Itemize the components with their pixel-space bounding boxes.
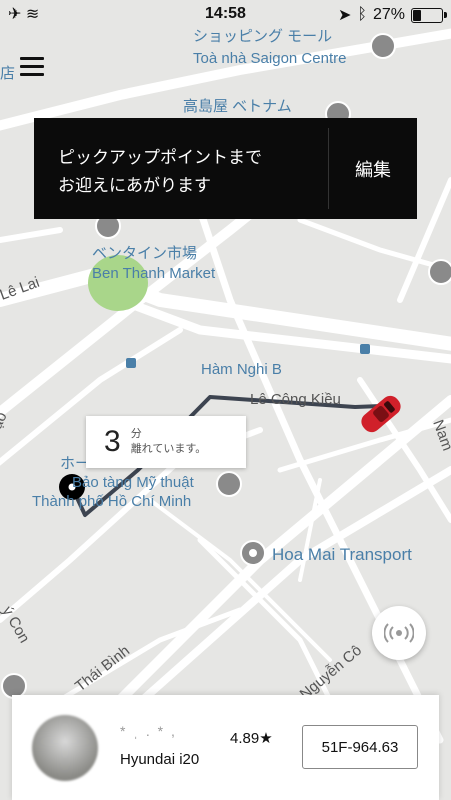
map-label: ショッピング モール xyxy=(193,28,332,45)
license-plate: 51F-964.63 xyxy=(302,725,418,769)
status-bar: ✈ ≋ 14:58 ➤ ᛒ 27% xyxy=(0,0,451,30)
location-arrow-icon: ➤ xyxy=(337,7,352,24)
avatar[interactable] xyxy=(32,715,98,781)
bluetooth-icon: ᛒ xyxy=(357,6,367,23)
map-label: Thành phố Hồ Chí Minh xyxy=(32,493,191,510)
eta-minutes: 3 xyxy=(104,425,121,458)
eta-units: 分 離れています。 xyxy=(131,427,207,457)
map-label: ベンタイン市場 xyxy=(92,245,197,262)
map-label: Hoa Mai Transport xyxy=(272,545,412,564)
edit-pickup-button[interactable]: 編集 xyxy=(329,118,417,219)
map-label: Ben Thanh Market xyxy=(92,265,216,282)
bus-stop-icon xyxy=(126,358,136,368)
bus-stop-icon xyxy=(360,344,370,354)
driver-card[interactable]: * ˌ . * , 4.89★ Hyundai i20 51F-964.63 xyxy=(12,695,439,800)
battery-percent: 27% xyxy=(372,6,405,23)
driver-name: * ˌ . * , xyxy=(120,723,177,739)
map-label: Bảo tàng Mỹ thuật xyxy=(72,474,195,491)
eta-unit: 分 xyxy=(130,428,142,440)
pickup-message: ピックアップポイントまで お迎えにあがります xyxy=(34,118,328,219)
museum-icon xyxy=(216,471,242,497)
street-label: Lê Công Kiều xyxy=(250,391,341,408)
pickup-notice-banner: ピックアップポイントまで お迎えにあがります 編集 xyxy=(34,118,417,219)
shopping-bag-icon xyxy=(370,33,396,59)
eta-bubble: 3 分 離れています。 xyxy=(86,416,246,468)
map-label: Hàm Nghi B xyxy=(201,361,282,378)
school-icon xyxy=(428,259,451,285)
map-label: Toà nhà Saigon Centre xyxy=(193,50,346,67)
hamburger-icon[interactable] xyxy=(14,52,58,92)
eta-subtext: 離れています。 xyxy=(130,443,207,455)
map-label: 店 xyxy=(0,65,15,82)
driver-rating: 4.89★ xyxy=(230,730,273,747)
pickup-message-line1: ピックアップポイントまで xyxy=(58,148,262,167)
signal-waves-icon[interactable] xyxy=(372,606,426,660)
map-label: 高島屋 ベトナム xyxy=(183,98,292,115)
status-right: ➤ ᛒ 27% xyxy=(337,5,447,25)
car-model: Hyundai i20 xyxy=(120,751,200,768)
battery-icon xyxy=(411,7,447,23)
pickup-message-line2: お迎えにあがります xyxy=(58,176,211,195)
